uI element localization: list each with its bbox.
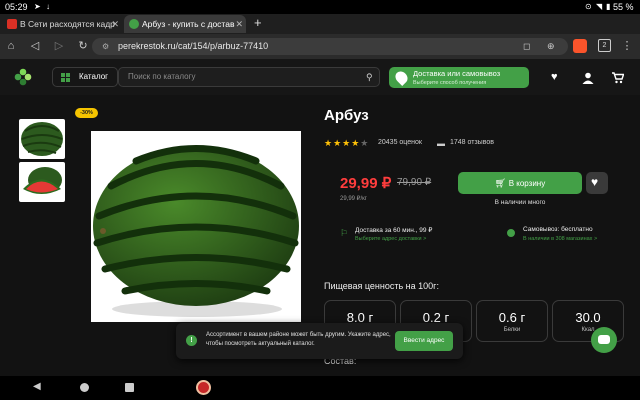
close-tab-icon[interactable]: ✕	[235, 15, 243, 33]
back-icon[interactable]: ◁	[28, 39, 42, 53]
reload-icon[interactable]: ↻	[76, 39, 90, 53]
search-input[interactable]: Поиск по каталогу ⚲	[118, 67, 380, 87]
brave-app-icon[interactable]	[196, 380, 211, 395]
old-price: 79,90 ₽	[397, 177, 432, 188]
pickup-stores-link[interactable]: В наличии в 308 магазинах >	[523, 236, 597, 242]
availability: В наличии много	[494, 199, 546, 206]
system-navigation-bar: ◀	[0, 376, 640, 400]
wifi-icon: ◥	[596, 2, 603, 11]
enter-address-button[interactable]: Ввести адрес	[395, 331, 453, 351]
catalog-button[interactable]: Каталог	[52, 67, 118, 87]
clock: 05:29	[5, 2, 28, 12]
add-to-cart-label: В корзину	[508, 179, 546, 188]
url-text: perekrestok.ru/cat/154/p/arbuz-77410	[118, 41, 269, 51]
courier-icon: ⚐	[340, 228, 349, 238]
search-icon[interactable]: ⚲	[366, 68, 373, 86]
home-icon[interactable]: ⌂	[4, 39, 18, 53]
download-page-icon[interactable]: ⊕	[547, 38, 555, 55]
perekrestok-logo-icon[interactable]	[14, 68, 32, 86]
news-favicon-icon	[7, 19, 17, 29]
battery-level: 55 %	[613, 2, 634, 12]
product-thumbnail-2[interactable]	[19, 162, 65, 202]
catalog-label: Каталог	[79, 72, 109, 81]
telegram-icon: ➤	[34, 2, 41, 11]
address-bar[interactable]: ⚙ perekrestok.ru/cat/154/p/arbuz-77410 ◻…	[92, 38, 568, 55]
reviews-count[interactable]: 1748 отзывов	[450, 139, 494, 146]
new-tab-icon[interactable]: +	[254, 15, 262, 30]
delivery-address-link[interactable]: Выберите адрес доставки >	[355, 236, 426, 242]
nav-home-icon[interactable]	[80, 383, 89, 392]
perekrestok-favicon-icon	[129, 19, 139, 29]
browser-toolbar: ⌂ ◁ ▷ ↻ ⚙ perekrestok.ru/cat/154/p/arbuz…	[0, 34, 640, 59]
delivery-info: Доставка за 60 мин., 99 ₽	[355, 227, 433, 234]
site-info-icon[interactable]: ⚙	[102, 38, 109, 55]
close-tab-icon[interactable]: ✕	[111, 15, 119, 33]
delivery-method-button[interactable]: Доставка или самовывоз Выберите способ п…	[389, 67, 529, 88]
pickup-icon	[507, 229, 515, 237]
battery-icon: ▮	[606, 2, 611, 11]
product-thumbnail-1[interactable]	[19, 119, 65, 159]
add-to-cart-button[interactable]: 🛒︎ В корзину	[458, 172, 582, 194]
favorites-heart-icon[interactable]: ♥	[551, 71, 563, 83]
toast-message: Ассортимент в вашем районе может быть др…	[206, 332, 391, 347]
product-title: Арбуз	[324, 107, 369, 124]
info-icon: !	[186, 335, 197, 346]
site-header: Каталог Поиск по каталогу ⚲ Доставка или…	[0, 59, 640, 95]
tab-count-button[interactable]: 2	[598, 39, 611, 52]
heart-icon: ♥	[591, 175, 599, 189]
system-status-bar: 05:29 ➤ ↓ ⊙ ◥ ▮ 55 %	[0, 0, 640, 14]
cart-icon: 🛒︎	[494, 178, 509, 188]
discount-badge: -30%	[75, 108, 98, 118]
profile-icon[interactable]	[582, 71, 594, 84]
rating-stars: ★★★★★	[324, 138, 370, 148]
nutrition-value: 0.6 г	[498, 310, 526, 325]
search-placeholder: Поиск по каталогу	[128, 72, 196, 81]
brave-shield-icon[interactable]	[573, 39, 587, 53]
location-pin-icon	[393, 69, 410, 86]
current-price: 29,99 ₽	[340, 175, 392, 192]
cart-icon[interactable]	[612, 71, 625, 84]
tab-title: Арбуз - купить с достав	[142, 19, 235, 29]
browser-tab-strip: В Сети расходятся кадр ✕ Арбуз - купить …	[0, 14, 640, 34]
ratings-count[interactable]: 20435 оценок	[378, 139, 422, 146]
address-toast: ! Ассортимент в вашем районе может быть …	[176, 323, 463, 359]
nav-recents-icon[interactable]	[125, 383, 134, 392]
nutrition-title: Пищевая ценность на 100г:	[324, 281, 439, 291]
nutrition-protein: 0.6 г Белки	[476, 300, 548, 342]
tab-watermelon[interactable]: Арбуз - купить с достав ✕	[124, 15, 246, 33]
bookmark-icon[interactable]: ◻	[523, 38, 530, 55]
menu-icon[interactable]: ⋮	[620, 39, 634, 53]
nav-back-icon[interactable]: ◀	[33, 381, 41, 392]
delivery-title: Доставка или самовывоз	[413, 69, 501, 78]
nutrition-value: 30.0	[575, 310, 601, 325]
pickup-info: Самовывоз: бесплатно	[523, 226, 593, 233]
unit-price: 29,99 ₽/кг	[340, 196, 367, 202]
delivery-subtitle: Выберите способ получения	[413, 80, 487, 86]
forward-icon[interactable]: ▷	[52, 39, 66, 53]
comment-icon: ▬	[437, 139, 445, 148]
nutrition-label: Белки	[503, 327, 521, 333]
tab-title: В Сети расходятся кадр	[20, 19, 115, 29]
grid-icon	[61, 73, 70, 82]
add-to-favorites-button[interactable]: ♥	[586, 172, 608, 194]
chat-bubble-icon	[598, 335, 610, 344]
location-icon: ⊙	[585, 2, 592, 11]
download-icon: ↓	[46, 2, 50, 11]
tab-news[interactable]: В Сети расходятся кадр ✕	[2, 15, 122, 33]
product-image[interactable]	[91, 131, 301, 322]
website: Каталог Поиск по каталогу ⚲ Доставка или…	[0, 59, 640, 376]
chat-button[interactable]	[591, 327, 617, 353]
